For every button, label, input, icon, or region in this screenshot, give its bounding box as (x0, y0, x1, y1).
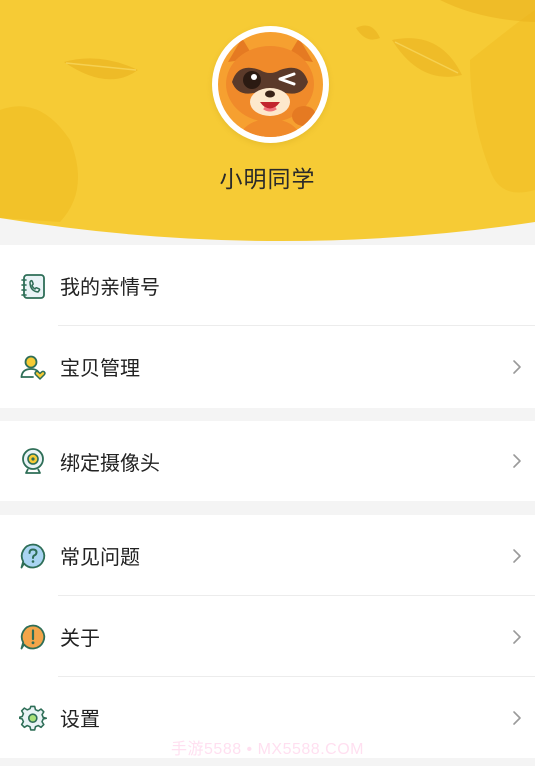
phone-book-icon (18, 271, 48, 301)
avatar[interactable] (212, 26, 329, 143)
chevron-right-icon (513, 359, 521, 374)
chevron-right-icon (513, 454, 521, 468)
raccoon-mascot-avatar-icon (218, 32, 323, 137)
menu-label-family-number: 我的亲情号 (60, 275, 160, 299)
exclamation-bubble-icon (18, 622, 48, 652)
chevron-right-icon (513, 710, 521, 725)
menu-item-family-number[interactable]: 我的亲情号 (0, 245, 535, 326)
username: 小明同学 (219, 167, 316, 193)
menu-item-baby-manage[interactable]: 宝贝管理 (0, 326, 535, 407)
menu-item-faq[interactable]: 常见问题 (0, 515, 535, 596)
profile-header: 小明同学 (0, 0, 535, 250)
menu-item-bind-camera[interactable]: 绑定摄像头 (0, 421, 535, 501)
user-heart-icon (18, 352, 48, 382)
menu-group-camera: 绑定摄像头 (0, 421, 535, 501)
menu-label-baby-manage: 宝贝管理 (60, 356, 140, 380)
menu-label-settings: 设置 (60, 707, 100, 731)
chevron-right-icon (513, 548, 521, 563)
chevron-right-icon (513, 629, 521, 644)
menu-group-family: 我的亲情号 宝贝管理 (0, 245, 535, 408)
gear-icon (18, 703, 48, 733)
menu-label-about: 关于 (60, 626, 100, 650)
menu-group-help: 常见问题 关于 设置 (0, 515, 535, 758)
profile-page: 小明同学 我的亲情号 宝贝管理 绑定摄像头 常见问题 关于 设置 手游5588 … (0, 0, 535, 766)
menu-item-about[interactable]: 关于 (0, 596, 535, 677)
watermark: 手游5588 • MX5588.COM (171, 741, 364, 758)
menu-label-faq: 常见问题 (60, 545, 140, 569)
question-bubble-icon (18, 541, 48, 571)
menu-label-bind-camera: 绑定摄像头 (60, 450, 160, 475)
webcam-icon (18, 446, 48, 476)
